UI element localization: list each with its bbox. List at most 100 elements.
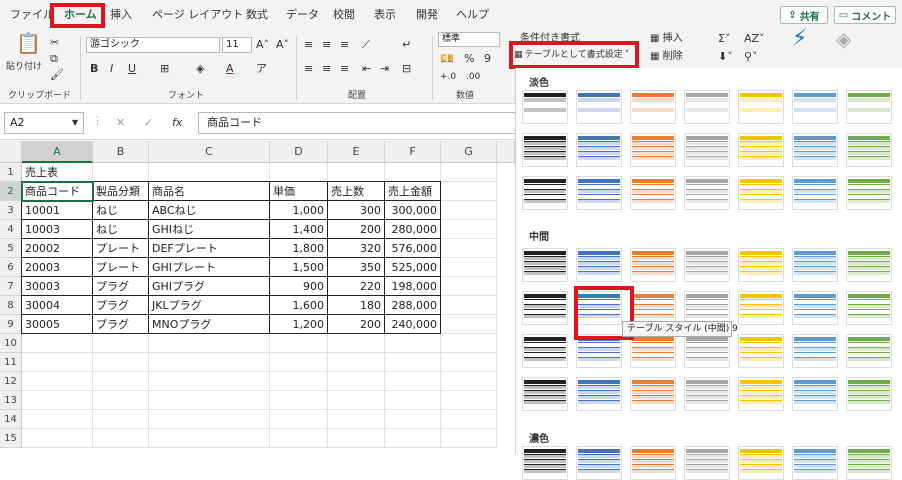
data-cell[interactable]: JKLプラグ — [148, 295, 270, 315]
table-style-option[interactable] — [846, 248, 892, 282]
row-header[interactable]: 6 — [0, 258, 22, 277]
table-style-option[interactable] — [576, 90, 622, 124]
data-cell[interactable]: 10001 — [21, 200, 93, 220]
data-cell[interactable]: 1,200 — [269, 314, 328, 334]
table-style-option[interactable] — [576, 133, 622, 167]
table-style-option[interactable] — [630, 291, 676, 325]
table-style-option[interactable] — [522, 291, 568, 325]
empty-cell[interactable] — [441, 410, 497, 429]
data-cell[interactable]: 1,500 — [269, 257, 328, 277]
formula-input[interactable]: 商品コード — [198, 112, 515, 134]
data-cell[interactable]: 576,000 — [384, 238, 441, 258]
tab-help[interactable]: ヘルプ — [456, 6, 489, 22]
align-center-icon[interactable]: ≡ — [322, 62, 331, 76]
col-header-c[interactable]: C — [149, 141, 270, 163]
data-cell[interactable]: 200 — [327, 219, 385, 239]
find-icon[interactable]: ⚲˅ — [744, 50, 758, 64]
table-style-option[interactable] — [576, 377, 622, 411]
tab-file[interactable]: ファイル — [10, 6, 54, 22]
table-style-option[interactable] — [630, 176, 676, 210]
table-style-option[interactable] — [684, 377, 730, 411]
table-style-option[interactable] — [522, 176, 568, 210]
tab-data[interactable]: データ — [286, 6, 319, 22]
data-cell[interactable]: GHIねじ — [148, 219, 270, 239]
align-middle-icon[interactable]: ≡ — [322, 38, 331, 52]
table-style-option[interactable] — [684, 446, 730, 480]
row-header[interactable]: 11 — [0, 353, 22, 372]
table-style-option[interactable] — [630, 133, 676, 167]
empty-cell[interactable] — [385, 353, 441, 372]
empty-cell[interactable] — [270, 372, 328, 391]
empty-cell[interactable] — [270, 410, 328, 429]
bold-icon[interactable]: B — [90, 62, 98, 76]
table-style-option[interactable] — [846, 334, 892, 368]
empty-cell[interactable] — [93, 334, 149, 353]
table-style-option[interactable] — [738, 133, 784, 167]
table-style-option[interactable] — [522, 334, 568, 368]
table-style-option[interactable] — [846, 291, 892, 325]
merge-center-icon[interactable]: ⊟ — [402, 62, 411, 76]
sort-filter-icon[interactable]: AZ˅ — [744, 32, 765, 46]
table-style-option[interactable] — [522, 446, 568, 480]
header-cell[interactable]: 単価 — [269, 181, 328, 201]
font-color-icon[interactable]: A — [226, 62, 234, 76]
header-cell[interactable]: 売上金額 — [384, 181, 441, 201]
row-header[interactable]: 8 — [0, 296, 22, 315]
table-style-option[interactable] — [684, 176, 730, 210]
wrap-text-icon[interactable]: ↵ — [402, 38, 411, 52]
data-cell[interactable]: 320 — [327, 238, 385, 258]
empty-cell[interactable] — [385, 391, 441, 410]
table-style-option[interactable] — [738, 248, 784, 282]
data-cell[interactable]: 1,600 — [269, 295, 328, 315]
empty-cell[interactable] — [328, 372, 385, 391]
power-automate-icon[interactable]: ⚡ — [792, 28, 807, 50]
comment-button[interactable]: ▭ コメント — [834, 6, 896, 24]
data-cell[interactable]: 30004 — [21, 295, 93, 315]
empty-cell[interactable] — [149, 163, 270, 182]
data-cell[interactable]: 30005 — [21, 314, 93, 334]
header-cell[interactable]: 製品分類 — [92, 181, 149, 201]
table-style-option[interactable] — [846, 377, 892, 411]
empty-cell[interactable] — [328, 410, 385, 429]
row-header[interactable]: 12 — [0, 372, 22, 391]
empty-cell[interactable] — [93, 410, 149, 429]
data-cell[interactable]: プラグ — [92, 314, 149, 334]
table-style-option[interactable] — [576, 248, 622, 282]
row-header[interactable]: 7 — [0, 277, 22, 296]
table-style-option[interactable] — [846, 90, 892, 124]
tab-formulas[interactable]: 数式 — [246, 6, 268, 22]
empty-cell[interactable] — [441, 315, 497, 334]
sensitivity-icon[interactable]: ◈ — [836, 29, 851, 49]
table-style-option[interactable] — [630, 446, 676, 480]
empty-cell[interactable] — [22, 410, 93, 429]
header-cell[interactable]: 売上数 — [327, 181, 385, 201]
tab-page-layout[interactable]: ページ レイアウト — [152, 6, 243, 22]
data-cell[interactable]: 20002 — [21, 238, 93, 258]
chevron-down-icon[interactable]: ▼ — [72, 116, 78, 130]
paste-icon[interactable]: 📋 — [16, 33, 41, 60]
table-style-option[interactable] — [846, 176, 892, 210]
data-cell[interactable]: プラグ — [92, 295, 149, 315]
font-name-select[interactable]: 游ゴシック — [86, 37, 220, 53]
select-all-corner[interactable] — [0, 141, 22, 163]
copy-icon[interactable]: ⧉ — [50, 52, 58, 66]
row-header[interactable]: 5 — [0, 239, 22, 258]
data-cell[interactable]: 20003 — [21, 257, 93, 277]
empty-cell[interactable] — [441, 220, 497, 239]
table-style-option[interactable] — [846, 446, 892, 480]
data-cell[interactable]: MNOプラグ — [148, 314, 270, 334]
table-style-option[interactable] — [792, 291, 838, 325]
row-header[interactable]: 2 — [0, 182, 22, 201]
table-style-option[interactable] — [738, 90, 784, 124]
increase-decimal-icon[interactable]: +.0 — [440, 70, 456, 84]
col-header-d[interactable]: D — [270, 141, 328, 163]
empty-cell[interactable] — [93, 391, 149, 410]
currency-icon[interactable]: 💴 — [440, 52, 454, 66]
table-style-option[interactable] — [630, 377, 676, 411]
table-style-option[interactable] — [792, 133, 838, 167]
align-right-icon[interactable]: ≡ — [340, 62, 349, 76]
sheet-title-cell[interactable]: 売上表 — [22, 163, 93, 182]
empty-cell[interactable] — [22, 353, 93, 372]
empty-cell[interactable] — [270, 353, 328, 372]
table-style-option[interactable] — [792, 446, 838, 480]
